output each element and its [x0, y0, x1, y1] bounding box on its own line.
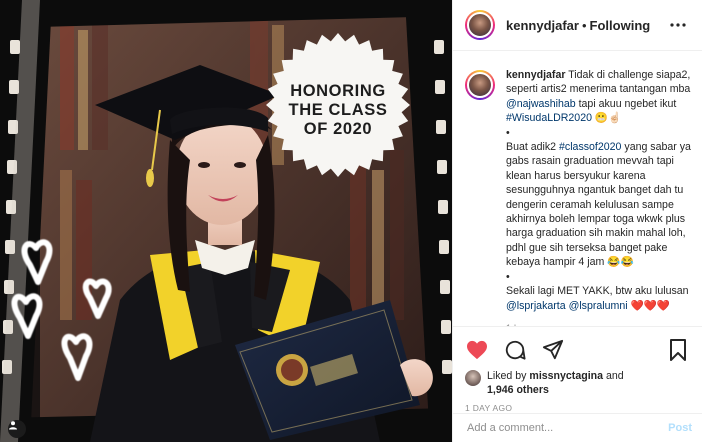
author-avatar[interactable]: [465, 10, 495, 40]
comment-icon[interactable]: [503, 338, 527, 362]
caption-text: kennydjafar Tidak di challenge siapa2, s…: [506, 68, 694, 326]
caption-bullet-2: •: [506, 270, 510, 283]
mention-najwashihab[interactable]: @najwashihab: [506, 98, 576, 110]
comments-area[interactable]: kennydjafar Tidak di challenge siapa2, s…: [453, 52, 702, 326]
likes-prefix: Liked by: [487, 370, 530, 382]
heart-icon[interactable]: [465, 338, 489, 362]
bookmark-icon[interactable]: [666, 338, 690, 362]
caption-emoji-1: 😬☝🏻: [591, 112, 622, 125]
author-username[interactable]: kennydjafar: [506, 18, 579, 33]
caption: kennydjafar Tidak di challenge siapa2, s…: [465, 68, 694, 326]
header-separator: •: [581, 17, 587, 33]
caption-line-2: tapi akuu ngebet ikut: [575, 97, 677, 110]
badge-caption: HONORING THE CLASS OF 2020: [288, 82, 388, 138]
hashtag-classof2020[interactable]: #classof2020: [559, 141, 621, 153]
add-comment-bar: Post: [453, 413, 702, 442]
mention-lsprjakarta[interactable]: @lsprjakarta: [506, 300, 566, 312]
comment-input[interactable]: [467, 422, 669, 434]
post-comment-button[interactable]: Post: [668, 422, 692, 434]
share-icon[interactable]: [541, 338, 565, 362]
post-sidebar: kennydjafar • Following kennydjafar Tida…: [452, 0, 702, 442]
likes-count[interactable]: 1,946 others: [487, 384, 549, 396]
action-icons: [465, 333, 690, 367]
post-date[interactable]: 1 DAY AGO: [465, 403, 690, 413]
caption-line-3a: Buat adik2: [506, 141, 560, 154]
likes-summary: Liked by missnyctagina and 1,946 others: [465, 369, 690, 397]
caption-avatar[interactable]: [465, 70, 495, 100]
caption-emoji-3: ❤️❤️❤️: [627, 299, 671, 312]
caption-username[interactable]: kennydjafar: [506, 69, 565, 81]
caption-line-3b: yang sabar ya gabs rasain graduation mev…: [506, 141, 691, 269]
post-header: kennydjafar • Following: [453, 0, 702, 51]
more-icon[interactable]: [666, 15, 690, 35]
post-photo[interactable]: HONORING THE CLASS OF 2020: [0, 0, 452, 442]
caption-bullet-1: •: [506, 126, 510, 139]
caption-emoji-2: 😂😂: [607, 256, 634, 269]
hashtag-wisudaldr2020[interactable]: #WisudaLDR2020: [506, 112, 592, 124]
likes-and: and: [603, 370, 624, 382]
liker-username[interactable]: missnyctagina: [529, 370, 603, 382]
photo-artwork: [0, 0, 452, 442]
user-tag-icon[interactable]: [8, 420, 26, 438]
likes-text: Liked by missnyctagina and 1,946 others: [487, 369, 624, 397]
post-actions: Liked by missnyctagina and 1,946 others …: [453, 326, 702, 413]
liker-avatar[interactable]: [465, 370, 481, 386]
follow-status-button[interactable]: Following: [590, 18, 651, 33]
caption-line-4: Sekali lagi MET YAKK, btw aku lulusan: [506, 285, 689, 298]
mention-lspralumni[interactable]: @lspralumni: [569, 300, 628, 312]
